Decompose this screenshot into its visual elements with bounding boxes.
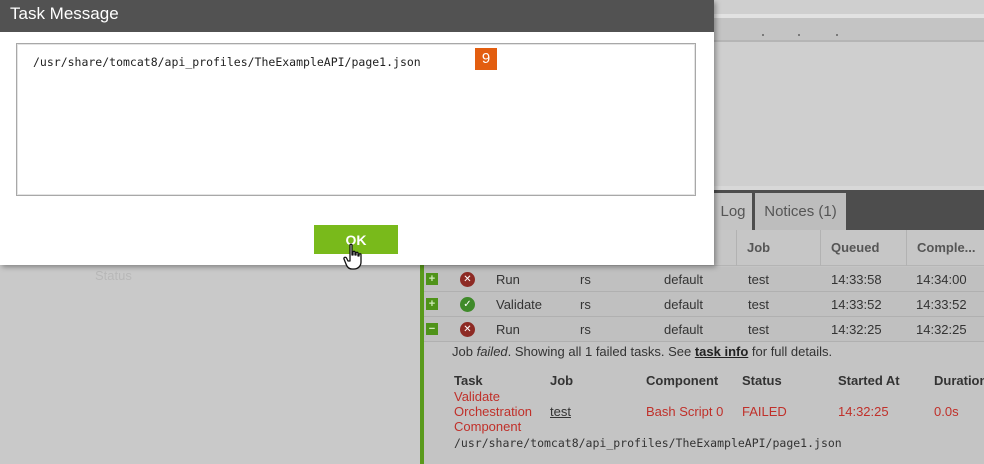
row-completed: 14:34:00 <box>916 272 967 287</box>
detail-header-status: Status <box>742 373 782 388</box>
row-job: test <box>748 322 769 337</box>
detail-suffix: for full details. <box>748 344 833 359</box>
detail-started: 14:32:25 <box>838 404 889 419</box>
row-queued: 14:33:52 <box>831 297 882 312</box>
ruler-tick <box>836 34 838 36</box>
row-task: Validate <box>496 297 543 312</box>
column-header-queued[interactable]: Queued <box>820 230 906 266</box>
message-textarea[interactable]: /usr/share/tomcat8/api_profiles/TheExamp… <box>16 43 696 196</box>
detail-prefix: Job <box>452 344 477 359</box>
row-user: rs <box>580 322 591 337</box>
detail-message-path[interactable]: /usr/share/tomcat8/api_profiles/TheExamp… <box>454 436 842 450</box>
failed-status-icon: ✕ <box>460 272 475 287</box>
detail-duration: 0.0s <box>934 404 959 419</box>
table-row[interactable]: − ✕ Run rs default test 14:32:25 14:32:2… <box>424 317 984 342</box>
row-task: Run <box>496 322 520 337</box>
row-job: test <box>748 297 769 312</box>
column-header-completed[interactable]: Comple... <box>906 230 984 266</box>
row-task: Run <box>496 272 520 287</box>
detail-task-line: Validate <box>454 389 501 404</box>
failed-status-icon: ✕ <box>460 322 475 337</box>
expand-icon[interactable]: + <box>426 298 438 310</box>
detail-header-duration: Duration <box>934 373 984 388</box>
row-user: rs <box>580 272 591 287</box>
task-info-link[interactable]: task info <box>695 344 748 359</box>
task-message-dialog: Task Message /usr/share/tomcat8/api_prof… <box>0 0 714 265</box>
step-badge: 9 <box>475 48 497 70</box>
success-status-icon: ✓ <box>460 297 475 312</box>
job-detail-message: Job failed. Showing all 1 failed tasks. … <box>452 344 832 359</box>
detail-header-started: Started At <box>838 373 900 388</box>
ruler-tick <box>762 34 764 36</box>
table-row[interactable]: + ✓ Validate rs default test 14:33:52 14… <box>424 292 984 317</box>
row-environment: default <box>664 272 704 287</box>
ruler-tick <box>798 34 800 36</box>
detail-status: FAILED <box>742 404 787 419</box>
row-environment: default <box>664 322 704 337</box>
row-user: rs <box>580 297 591 312</box>
detail-header-component: Component <box>646 373 719 388</box>
message-text: /usr/share/tomcat8/api_profiles/TheExamp… <box>33 55 421 69</box>
tab-notices[interactable]: Notices (1) <box>755 193 846 230</box>
detail-component: Bash Script 0 <box>646 404 724 419</box>
status-label: Status <box>95 268 132 283</box>
detail-middle: . Showing all 1 failed tasks. See <box>507 344 695 359</box>
background-canvas-area <box>714 0 984 190</box>
detail-failed-word: failed <box>476 344 508 359</box>
row-queued: 14:32:25 <box>831 322 882 337</box>
row-job: test <box>748 272 769 287</box>
expand-icon[interactable]: + <box>426 273 438 285</box>
detail-job-link[interactable]: test <box>550 404 571 419</box>
table-row[interactable]: + ✕ Run rs default test 14:33:58 14:34:0… <box>424 267 984 292</box>
dialog-title: Task Message <box>0 0 714 32</box>
detail-header-task: Task <box>454 373 483 388</box>
column-header-job[interactable]: Job <box>736 230 820 266</box>
row-environment: default <box>664 297 704 312</box>
detail-task-line: Orchestration <box>454 404 533 419</box>
row-completed: 14:33:52 <box>916 297 967 312</box>
row-completed: 14:32:25 <box>916 322 967 337</box>
tab-log[interactable]: Log <box>714 193 752 230</box>
detail-task-line: Component <box>454 419 522 434</box>
row-queued: 14:33:58 <box>831 272 882 287</box>
hand-pointer-icon <box>343 243 362 270</box>
collapse-icon[interactable]: − <box>426 323 438 335</box>
canvas-ruler <box>714 18 984 42</box>
detail-header-job: Job <box>550 373 574 388</box>
